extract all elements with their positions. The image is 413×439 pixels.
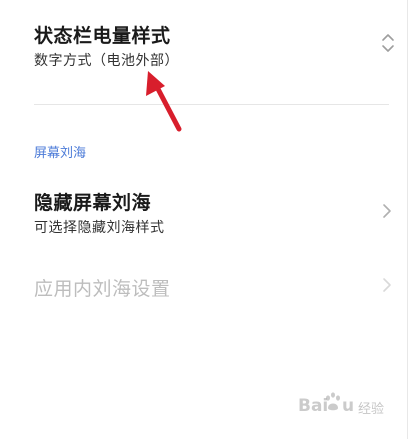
settings-panel: 状态栏电量样式 数字方式（电池外部） 屏幕刘海 隐藏屏幕刘海 可选择隐藏刘海样式… <box>0 0 408 439</box>
chevron-right-icon <box>383 204 391 218</box>
hide-notch-row[interactable]: 隐藏屏幕刘海 可选择隐藏刘海样式 <box>0 178 407 244</box>
in-app-notch-settings-row[interactable]: 应用内刘海设置 <box>0 262 407 310</box>
in-app-notch-settings-title: 应用内刘海设置 <box>34 278 171 300</box>
chevron-right-icon <box>383 278 391 292</box>
hide-notch-subtitle: 可选择隐藏刘海样式 <box>34 220 165 236</box>
watermark-suffix: 经验 <box>358 402 385 417</box>
watermark-logo-text-end: u <box>342 396 355 416</box>
paw-icon <box>326 392 340 411</box>
status-bar-battery-style-title: 状态栏电量样式 <box>34 25 171 47</box>
status-bar-battery-style-value: 数字方式（电池外部） <box>34 53 179 69</box>
chevron-up-down-icon <box>382 34 394 52</box>
hide-notch-title: 隐藏屏幕刘海 <box>34 192 152 214</box>
section-header-notch: 屏幕刘海 <box>34 146 87 161</box>
baidu-watermark: Bai u 经验 <box>296 386 404 426</box>
status-bar-battery-style-row[interactable]: 状态栏电量样式 数字方式（电池外部） <box>0 10 407 86</box>
divider <box>34 104 389 105</box>
